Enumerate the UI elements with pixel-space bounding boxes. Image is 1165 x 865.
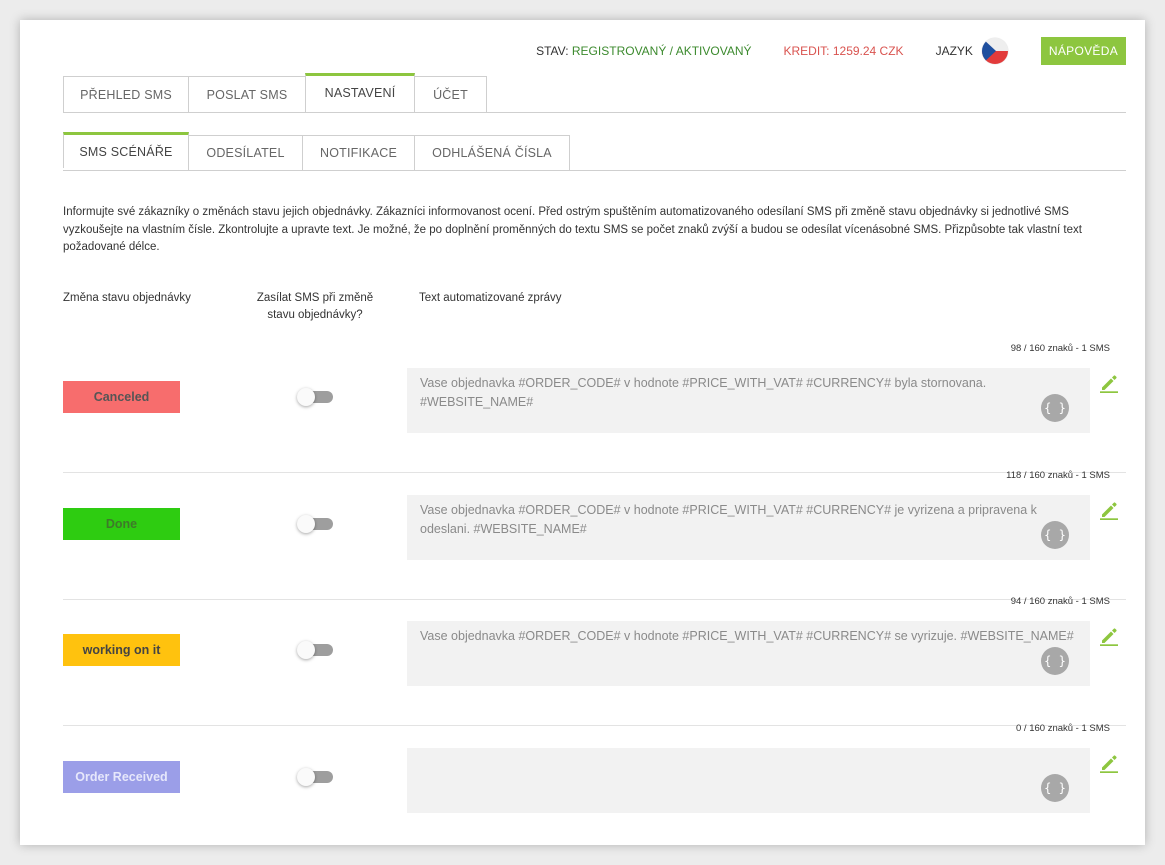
credit-balance: KREDIT: 1259.24 CZK [783, 44, 904, 58]
tab-account[interactable]: ÚČET [414, 76, 487, 112]
language-label: JAZYK [935, 44, 973, 58]
main-card: STAV: REGISTROVANÝ / AKTIVOVANÝ KREDIT: … [20, 20, 1145, 845]
insert-variable-button[interactable]: { } [1041, 394, 1069, 422]
char-count: 0 / 160 znaků - 1 SMS [1016, 722, 1110, 734]
czech-flag-icon[interactable] [981, 38, 1008, 64]
tab-send-sms[interactable]: POSLAT SMS [188, 76, 306, 112]
pencil-icon[interactable] [1099, 373, 1119, 393]
subtab-unsubscribed-numbers[interactable]: ODHLÁŠENÁ ČÍSLA [414, 135, 570, 170]
insert-variable-button[interactable]: { } [1041, 647, 1069, 675]
column-send-header: Zasílat SMS při změně stavu objednávky? [256, 292, 374, 321]
account-status: STAV: REGISTROVANÝ / AKTIVOVANÝ [536, 44, 751, 58]
insert-variable-button[interactable]: { } [1041, 520, 1069, 549]
status-label: STAV: [536, 44, 572, 58]
char-count: 98 / 160 znaků - 1 SMS [1010, 343, 1110, 354]
settings-subtabs: SMS SCÉNÁŘE ODESÍLATEL NOTIFIKACE ODHLÁŠ… [63, 132, 1126, 171]
subtab-notifications[interactable]: NOTIFIKACE [302, 135, 415, 170]
pencil-icon[interactable] [1099, 753, 1119, 773]
subtab-sms-scenarios[interactable]: SMS SCÉNÁŘE [63, 132, 189, 168]
order-status-badge: Canceled [63, 381, 180, 413]
status-value: REGISTROVANÝ / AKTIVOVANÝ [571, 44, 752, 58]
tab-settings[interactable]: NASTAVENÍ [305, 73, 415, 110]
column-status-header: Změna stavu objednávky [63, 292, 191, 304]
scenario-row: 98 / 160 znaků - 1 SMS Canceled Vase obj… [63, 343, 1126, 473]
sms-enabled-toggle[interactable] [297, 641, 333, 659]
scenario-row: 118 / 160 znaků - 1 SMS Done Vase objedn… [63, 469, 1126, 600]
sms-message-text[interactable]: { } [407, 747, 1090, 813]
char-count: 94 / 160 znaků - 1 SMS [1010, 596, 1110, 607]
sms-enabled-toggle[interactable] [297, 388, 333, 406]
language-selector[interactable]: JAZYK [936, 38, 1008, 64]
scenario-row: 94 / 160 znaků - 1 SMS working on it Vas… [63, 596, 1126, 726]
pencil-icon[interactable] [1099, 626, 1119, 646]
order-status-badge: Done [63, 507, 180, 540]
help-button[interactable]: NÁPOVĚDA [1040, 37, 1126, 65]
main-tabs: PŘEHLED SMS POSLAT SMS NASTAVENÍ ÚČET [63, 73, 1126, 113]
sms-message-text[interactable]: Vase objednavka #ORDER_CODE# v hodnote #… [407, 621, 1090, 686]
order-status-badge: working on it [63, 634, 180, 666]
scenario-row: 0 / 160 znaků - 1 SMS Order Received { } [63, 722, 1126, 846]
insert-variable-button[interactable]: { } [1041, 773, 1069, 802]
header-bar: STAV: REGISTROVANÝ / AKTIVOVANÝ KREDIT: … [536, 37, 1126, 65]
tab-sms-overview[interactable]: PŘEHLED SMS [63, 76, 189, 112]
subtab-sender[interactable]: ODESÍLATEL [188, 135, 303, 170]
column-text-header: Text automatizované zprávy [419, 292, 562, 304]
pencil-icon[interactable] [1099, 500, 1119, 520]
sms-enabled-toggle[interactable] [297, 767, 333, 786]
char-count: 118 / 160 znaků - 1 SMS [1006, 469, 1110, 481]
intro-text: Informujte své zákazníky o změnách stavu… [63, 206, 1082, 253]
sms-message-text[interactable]: Vase objednavka #ORDER_CODE# v hodnote #… [407, 494, 1090, 560]
sms-enabled-toggle[interactable] [297, 514, 333, 533]
sms-message-text[interactable]: Vase objednavka #ORDER_CODE# v hodnote #… [407, 368, 1090, 433]
order-status-badge: Order Received [63, 760, 180, 793]
